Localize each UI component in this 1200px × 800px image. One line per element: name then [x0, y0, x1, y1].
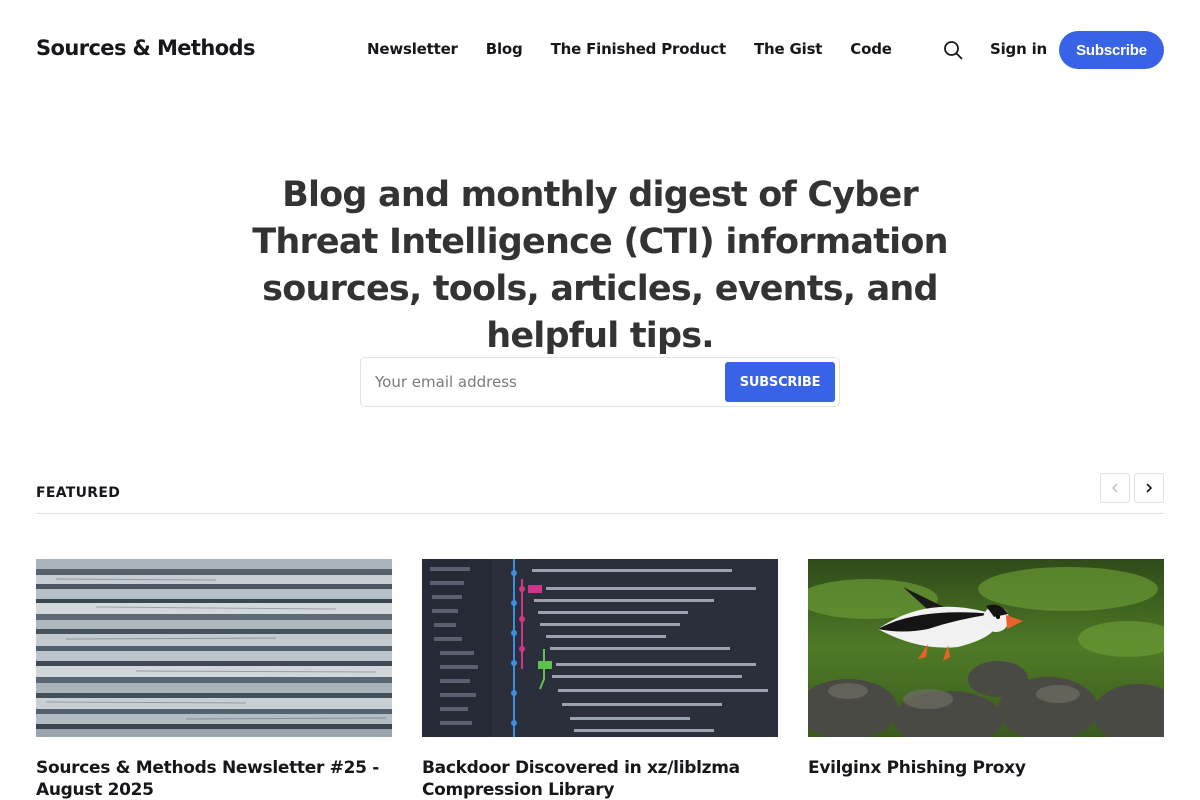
carousel-next-button[interactable] [1134, 473, 1164, 503]
card-title[interactable]: Backdoor Discovered in xz/liblzma Compre… [422, 757, 778, 800]
card-image-code[interactable] [422, 559, 778, 737]
featured-card[interactable]: Sources & Methods Newsletter #25 - Augus… [36, 559, 392, 800]
hero-title: Blog and monthly digest of Cyber Threat … [252, 175, 948, 356]
email-signup-form: SUBSCRIBE [360, 357, 840, 407]
search-icon[interactable] [942, 39, 964, 61]
nav-item-the-gist[interactable]: The Gist [754, 40, 822, 58]
nav-item-finished-product[interactable]: The Finished Product [551, 40, 727, 58]
chevron-left-icon [1112, 483, 1118, 493]
featured-divider [36, 513, 1164, 514]
card-title[interactable]: Evilginx Phishing Proxy [808, 757, 1164, 779]
email-input[interactable] [375, 358, 715, 406]
card-title[interactable]: Sources & Methods Newsletter #25 - Augus… [36, 757, 392, 800]
nav-item-newsletter[interactable]: Newsletter [367, 40, 458, 58]
site-logo[interactable]: Sources & Methods [36, 36, 255, 60]
site-header: Sources & Methods Newsletter Blog The Fi… [0, 0, 1200, 100]
card-image-puffin[interactable] [808, 559, 1164, 737]
form-subscribe-button[interactable]: SUBSCRIBE [725, 362, 835, 402]
featured-card[interactable]: Evilginx Phishing Proxy [808, 559, 1164, 779]
featured-heading: FEATURED [36, 485, 121, 501]
header-subscribe-button[interactable]: Subscribe [1059, 31, 1164, 69]
carousel-prev-button[interactable] [1100, 473, 1130, 503]
nav-item-code[interactable]: Code [850, 40, 892, 58]
featured-card[interactable]: Backdoor Discovered in xz/liblzma Compre… [422, 559, 778, 800]
signin-link[interactable]: Sign in [990, 40, 1047, 58]
card-image-newspapers[interactable] [36, 559, 392, 737]
main-nav: Newsletter Blog The Finished Product The… [353, 40, 906, 58]
chevron-right-icon [1146, 483, 1152, 493]
nav-item-blog[interactable]: Blog [486, 40, 523, 58]
